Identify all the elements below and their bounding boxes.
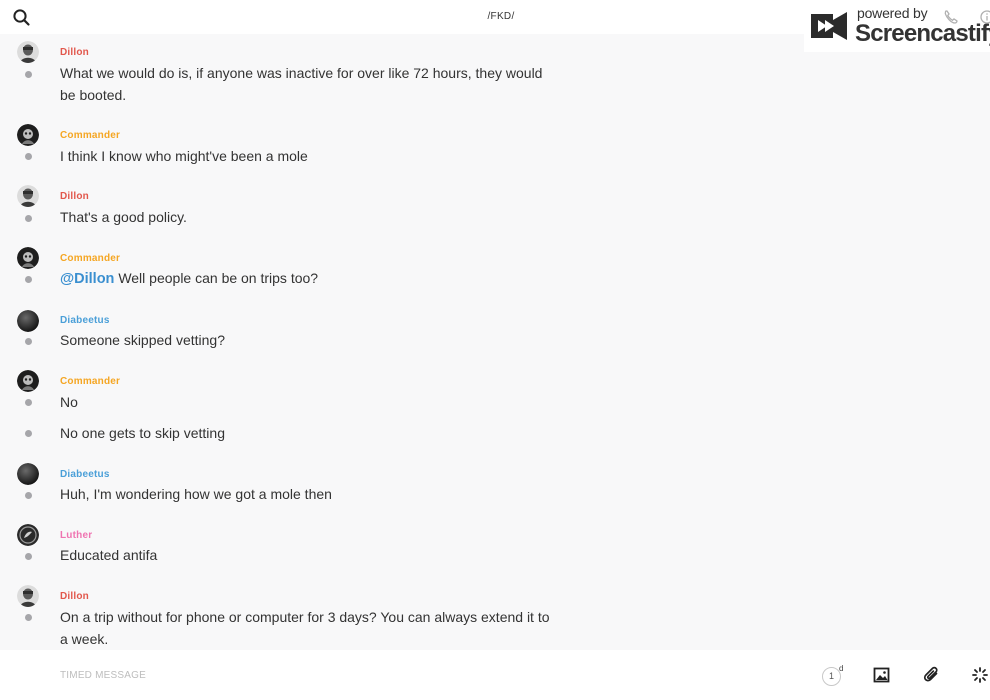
phone-icon[interactable] [943, 9, 959, 25]
message-dot [25, 614, 32, 621]
message-text: Someone skipped vetting? [60, 332, 225, 348]
message-dot [25, 430, 32, 437]
message-dot [25, 215, 32, 222]
image-button[interactable] [872, 665, 892, 685]
message-text: @Dillon Well people can be on trips too? [60, 268, 560, 291]
message-author: Commander [60, 376, 121, 387]
message-dot [25, 153, 32, 160]
message-author: Commander [60, 130, 121, 141]
avatar-dillon[interactable] [17, 585, 39, 607]
attach-button[interactable] [922, 665, 942, 685]
message-dot [25, 553, 32, 560]
avatar-commander[interactable] [17, 124, 39, 146]
message-dot [25, 492, 32, 499]
message-dot [25, 338, 32, 345]
timer-button[interactable]: 1 d [820, 664, 846, 686]
avatar-commander[interactable] [17, 247, 39, 269]
message-text-body: Well people can be on trips too? [118, 270, 319, 286]
image-icon [873, 667, 890, 683]
mention-link[interactable]: @Dillon [60, 271, 114, 287]
message-author: Dillon [60, 191, 89, 202]
message-text: I think I know who might've been a mole [60, 148, 308, 164]
avatar-dillon[interactable] [17, 41, 39, 63]
message-text: On a trip without for phone or computer … [60, 609, 550, 647]
avatar-diabeetus[interactable] [17, 463, 39, 485]
message-text: That's a good policy. [60, 209, 187, 225]
message-list[interactable]: Dillon What we would do is, if anyone wa… [0, 34, 990, 650]
avatar-diabeetus[interactable] [17, 310, 39, 332]
sparkle-icon [972, 667, 988, 683]
message-text: Educated antifa [60, 547, 158, 563]
message-author: Diabeetus [60, 469, 110, 480]
message-text: What we would do is, if anyone was inact… [60, 65, 543, 103]
paperclip-icon [923, 666, 938, 682]
watermark-powered-by: powered by [857, 5, 928, 21]
message-author: Luther [60, 530, 93, 541]
info-icon[interactable] [980, 10, 990, 24]
message-text: No one gets to skip vetting [60, 425, 225, 441]
effects-button[interactable] [970, 665, 990, 685]
message-author: Dillon [60, 591, 89, 602]
message-dot [25, 276, 32, 283]
avatar-dillon[interactable] [17, 185, 39, 207]
timer-unit: d [839, 664, 844, 673]
message-author: Diabeetus [60, 315, 110, 326]
message-dot [25, 399, 32, 406]
message-input[interactable] [60, 664, 780, 686]
message-text: No [60, 394, 78, 410]
message-author: Commander [60, 253, 121, 264]
message-author: Dillon [60, 47, 89, 58]
message-text: Huh, I'm wondering how we got a mole the… [60, 486, 332, 502]
avatar-luther[interactable] [17, 524, 39, 546]
message-dot [25, 71, 32, 78]
avatar-commander[interactable] [17, 370, 39, 392]
